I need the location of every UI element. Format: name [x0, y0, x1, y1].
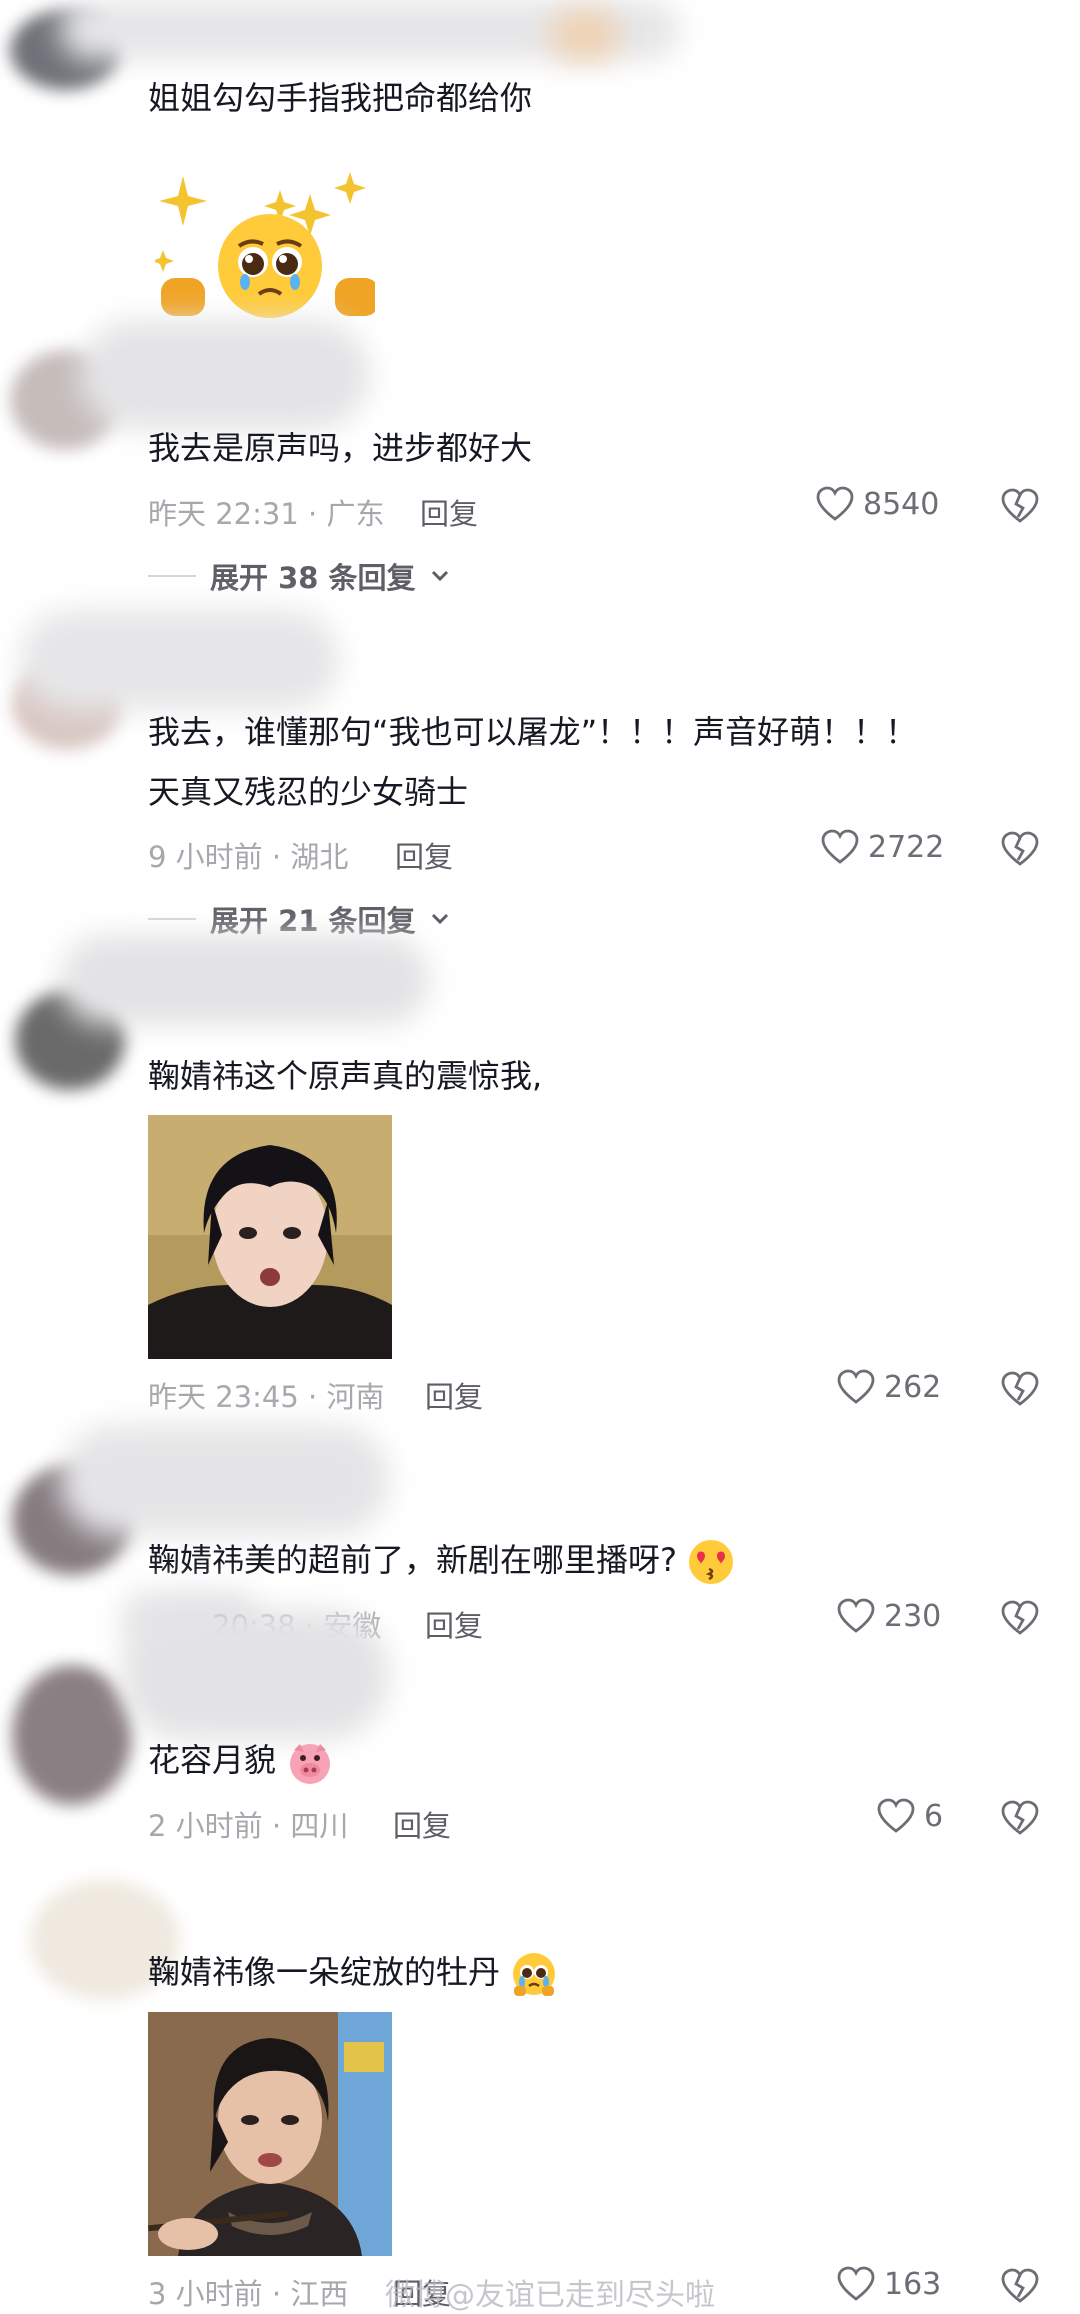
like-button[interactable]: 8540: [815, 485, 939, 523]
dislike-icon[interactable]: [1000, 829, 1040, 869]
reply-button[interactable]: 回复: [425, 1374, 483, 1416]
like-button[interactable]: 2722: [820, 828, 944, 866]
heart-icon: [837, 2266, 875, 2301]
comment-meta: 3 小时前 · 江西: [148, 2277, 349, 2311]
reply-button[interactable]: 回复: [395, 834, 453, 876]
heart-icon: [877, 1798, 915, 1833]
blurred-username: [20, 610, 340, 710]
woman-eating-photo[interactable]: [148, 2012, 392, 2256]
like-count: 230: [884, 1598, 942, 1634]
heart-icon: [837, 1369, 875, 1404]
comment-text: 花容月貌: [148, 1730, 334, 1790]
reply-button[interactable]: 回复: [425, 1603, 483, 1645]
dislike-icon[interactable]: [1000, 2266, 1040, 2306]
heart-eyes-kiss-emoji: [689, 1540, 734, 1584]
crying-face-emoji: [513, 1953, 556, 1996]
blurred-username: [80, 320, 370, 430]
comment-text: 鞠婧祎这个原声真的震惊我,: [148, 1057, 543, 1095]
divider: [148, 918, 196, 920]
chevron-down-icon: [431, 913, 448, 925]
comment-text-content: 鞠婧祎美的超前了，新剧在哪里播呀?: [148, 1541, 677, 1579]
comment-text: 鞠婧祎像一朵绽放的牡丹: [148, 1942, 558, 2002]
comment-meta: 昨天 23:45 · 河南: [148, 1380, 385, 1414]
watermark: 微博@友谊已走到尽头啦: [385, 2278, 715, 2313]
like-button[interactable]: 6: [876, 1797, 943, 1835]
reply-button[interactable]: 回复: [420, 491, 478, 533]
comment-meta: 昨天 22:31 · 广东: [148, 497, 385, 531]
pleading-face-sticker: [155, 172, 375, 318]
like-count: 163: [884, 2266, 942, 2302]
blurred-username-accent: [550, 10, 620, 60]
dislike-icon[interactable]: [1000, 1798, 1040, 1838]
expand-replies-button[interactable]: 展开 38 条回复: [148, 555, 450, 597]
comment-meta: 9 小时前 · 湖北: [148, 840, 349, 874]
reply-button[interactable]: 回复: [393, 1803, 451, 1845]
dislike-icon[interactable]: [1000, 1369, 1040, 1409]
like-count: 262: [884, 1369, 942, 1405]
comment-text-line2: 天真又残忍的少女骑士: [148, 773, 469, 811]
comment-text-line1: 我去，谁懂那句“我也可以屠龙”！！！声音好萌！！！: [148, 713, 918, 751]
heart-icon: [837, 1598, 875, 1633]
comment-text-content: 花容月貌: [148, 1741, 277, 1779]
dislike-icon[interactable]: [1000, 1598, 1040, 1638]
blurred-username: [60, 1425, 390, 1535]
portrait-photo[interactable]: [148, 1115, 392, 1359]
dislike-icon[interactable]: [1000, 486, 1040, 526]
heart-icon: [821, 829, 859, 864]
like-button[interactable]: 163: [836, 2265, 941, 2303]
pig-face-emoji: [290, 1744, 331, 1784]
like-button[interactable]: 262: [836, 1368, 941, 1406]
divider: [148, 575, 196, 577]
like-button[interactable]: 230: [836, 1597, 941, 1635]
comment-text: 我去是原声吗，进步都好大: [148, 429, 533, 467]
avatar[interactable]: [12, 1665, 132, 1805]
blurred-username: [60, 935, 430, 1025]
comment-text-content: 鞠婧祎像一朵绽放的牡丹: [148, 1953, 501, 1991]
like-count: 2722: [868, 829, 945, 865]
comment-text: 鞠婧祎美的超前了，新剧在哪里播呀?: [148, 1530, 735, 1590]
chevron-down-icon: [431, 570, 448, 582]
like-count: 8540: [863, 486, 940, 522]
like-count: 6: [924, 1798, 944, 1834]
comment-text: 姐姐勾勾手指我把命都给你: [148, 79, 533, 117]
comment-meta: 2 小时前 · 四川: [148, 1809, 349, 1843]
heart-icon: [816, 486, 854, 521]
blurred-username: [120, 1610, 390, 1740]
expand-replies-button[interactable]: 展开 21 条回复: [148, 898, 450, 940]
expand-replies-label: 展开 21 条回复: [210, 904, 416, 938]
expand-replies-label: 展开 38 条回复: [210, 561, 416, 595]
